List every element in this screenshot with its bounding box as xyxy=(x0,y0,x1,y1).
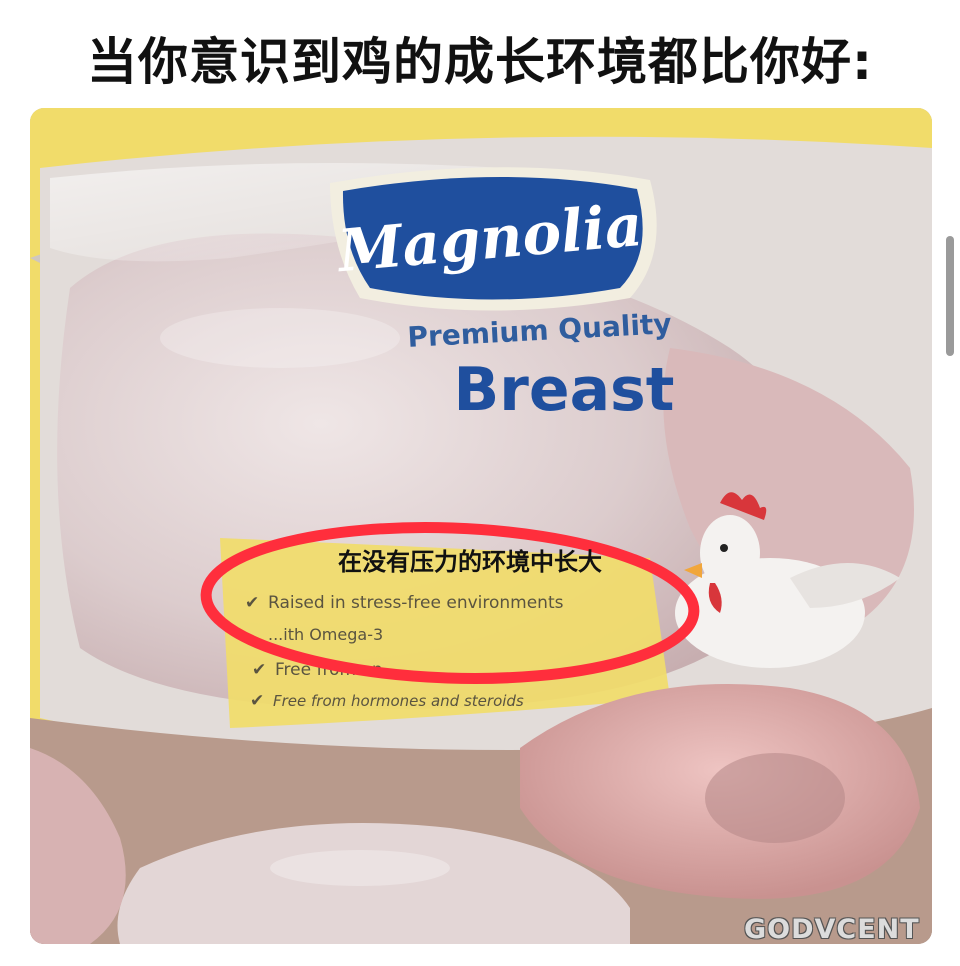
overlay-translation: 在没有压力的环境中长大 xyxy=(338,548,602,576)
plastic-glare xyxy=(160,308,400,368)
watermark: GODVCENT xyxy=(744,914,920,945)
claim-4: Free from hormones and steroids xyxy=(273,692,524,710)
claim-2: ...ith Omega-3 xyxy=(268,625,383,644)
meat-shine xyxy=(270,850,450,886)
chicken-piece-texture xyxy=(705,753,845,843)
claim-check-4: ✔ xyxy=(250,691,264,711)
claim-check-3: ✔ xyxy=(252,660,266,680)
product-name: Breast xyxy=(454,355,675,425)
meme-caption: 当你意识到鸡的成长环境都比你好: xyxy=(87,33,873,91)
claim-check-1: ✔ xyxy=(245,593,259,613)
chicken-package-photo: Magnolia Premium Quality Breast ✔ Raised… xyxy=(30,108,932,944)
claim-1: Raised in stress-free environments xyxy=(268,593,564,613)
magnolia-logo: Magnolia xyxy=(330,167,657,311)
scrollbar[interactable] xyxy=(946,236,954,356)
